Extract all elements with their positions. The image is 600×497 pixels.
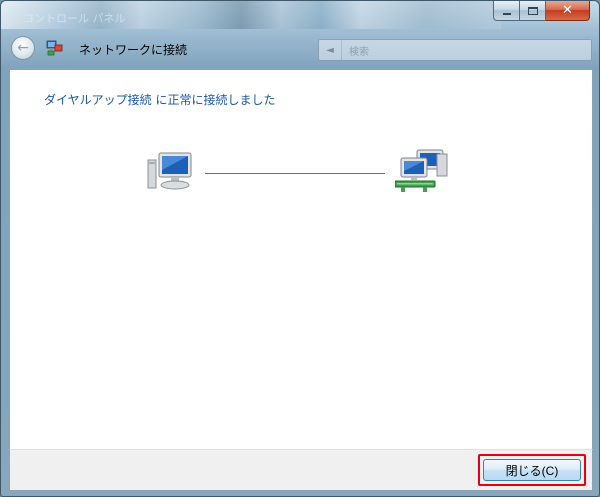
caption-buttons: ✕	[493, 1, 590, 21]
search-box[interactable]: ◄ 検索	[318, 39, 592, 61]
connection-status-message: ダイヤルアップ接続 に正常に接続しました	[44, 93, 276, 107]
minimize-button[interactable]	[493, 1, 520, 21]
network-connected-icon	[395, 149, 448, 192]
minimize-icon	[502, 12, 511, 15]
connection-line	[205, 173, 385, 174]
maximize-icon	[527, 6, 538, 15]
back-button[interactable]: ←	[11, 36, 35, 60]
close-icon: ✕	[562, 3, 573, 18]
window-title: ネットワークに接続	[79, 43, 188, 57]
dialog-window: コントロール パネル ✕ ← ネットワークに接続 ◄ 検索 ダイヤルアップ接続 …	[0, 0, 600, 497]
content-area: ダイヤルアップ接続 に正常に接続しました	[9, 69, 593, 450]
background-window-title: コントロール パネル	[23, 12, 126, 25]
maximize-button[interactable]	[520, 1, 546, 21]
computer-icon	[147, 152, 192, 190]
close-button[interactable]: 閉じる(C)	[483, 459, 581, 481]
search-placeholder: 検索	[349, 47, 369, 58]
search-history-icon: ◄	[319, 40, 342, 60]
window-close-button[interactable]: ✕	[546, 1, 590, 21]
navigation-bar: ← ネットワークに接続 ◄ 検索	[1, 31, 599, 69]
network-connection-icon	[46, 40, 63, 56]
back-arrow-icon: ←	[17, 39, 29, 56]
